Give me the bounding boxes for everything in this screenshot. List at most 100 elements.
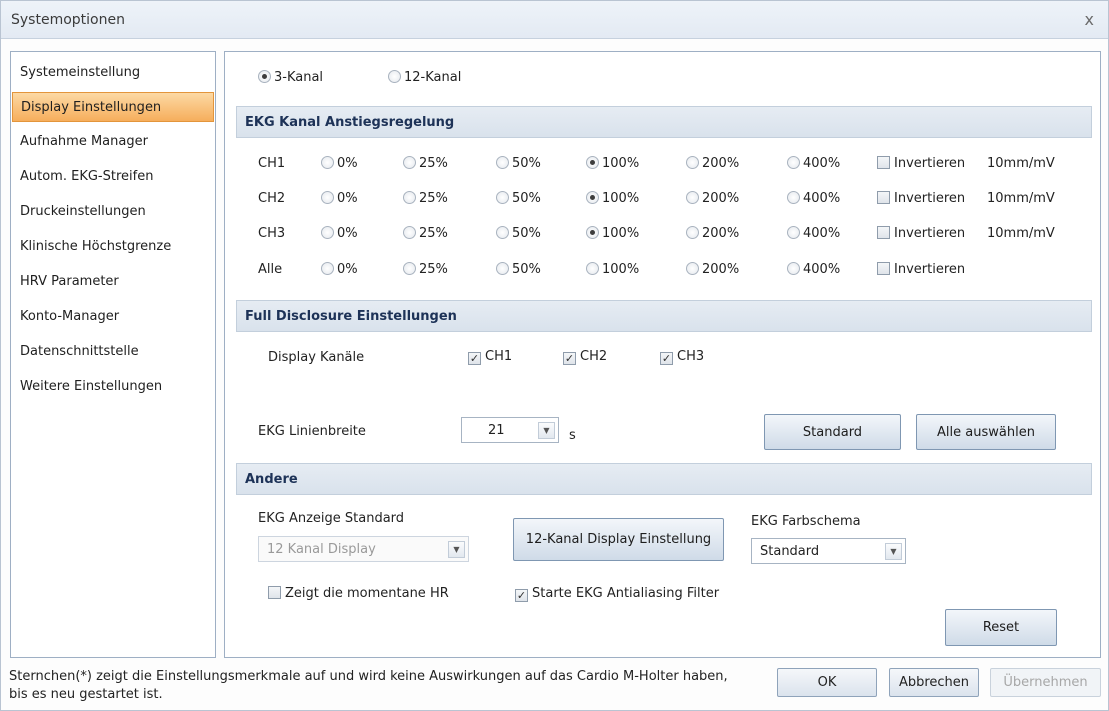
sidebar-item-systemeinstellung[interactable]: Systemeinstellung <box>12 58 214 88</box>
cancel-button[interactable]: Abbrechen <box>889 668 979 697</box>
gain-radio[interactable]: 0% <box>321 262 358 277</box>
sidebar-item-konto-manager[interactable]: Konto-Manager <box>12 302 214 332</box>
gain-radio-label: 0% <box>337 262 358 277</box>
radio-label: 3-Kanal <box>274 70 324 85</box>
gain-radio[interactable]: 0% <box>321 191 358 206</box>
gain-radio-label: 200% <box>702 262 740 277</box>
line-width-unit: s <box>569 428 576 443</box>
gain-radio-label: 25% <box>419 191 448 206</box>
gain-radio-label: 100% <box>602 262 640 277</box>
display-default-label: EKG Anzeige Standard <box>258 511 405 526</box>
close-icon[interactable]: x <box>1085 10 1094 29</box>
gain-radio[interactable]: 0% <box>321 156 358 171</box>
apply-button: Übernehmen <box>990 668 1101 697</box>
sidebar-item-hrv-parameter[interactable]: HRV Parameter <box>12 267 214 297</box>
gain-radio[interactable]: 100% <box>586 156 639 171</box>
twelve-channel-display-button[interactable]: 12-Kanal Display Einstellung <box>513 518 724 561</box>
invert-label: Invertieren <box>894 156 966 171</box>
checkbox-checked-icon: ✓ <box>660 352 673 365</box>
gain-radio[interactable]: 200% <box>686 226 739 241</box>
settings-sidebar: Systemeinstellung Display Einstellungen … <box>10 51 216 658</box>
gain-radio-label: 25% <box>419 226 448 241</box>
display-default-select: 12 Kanal Display ▼ <box>258 536 469 562</box>
checkbox-icon <box>877 191 890 204</box>
invert-checkbox[interactable]: Invertieren <box>877 262 965 277</box>
gain-radio[interactable]: 400% <box>787 262 840 277</box>
gain-radio[interactable]: 50% <box>496 191 541 206</box>
checkbox-icon <box>268 586 281 599</box>
display-settings-panel: 3-Kanal 12-Kanal EKG Kanal Anstiegsregel… <box>224 51 1101 658</box>
gain-radio[interactable]: 100% <box>586 191 639 206</box>
sidebar-item-display-einstellungen[interactable]: Display Einstellungen <box>12 92 214 122</box>
color-scheme-value: Standard <box>760 544 820 559</box>
gain-scale: 10mm/mV <box>987 226 1055 241</box>
gain-radio-label: 400% <box>803 156 841 171</box>
gain-radio[interactable]: 25% <box>403 156 448 171</box>
reset-button[interactable]: Reset <box>945 609 1057 646</box>
radio-icon <box>586 262 599 275</box>
gain-radio[interactable]: 200% <box>686 156 739 171</box>
gain-radio-label: 25% <box>419 262 448 277</box>
checkbox-label: CH1 <box>485 349 513 364</box>
gain-radio[interactable]: 400% <box>787 156 840 171</box>
gain-radio[interactable]: 25% <box>403 226 448 241</box>
line-width-value: 21 <box>488 423 505 438</box>
gain-radio[interactable]: 25% <box>403 262 448 277</box>
gain-radio-label: 400% <box>803 226 841 241</box>
gain-radio[interactable]: 25% <box>403 191 448 206</box>
gain-row-label: Alle <box>258 262 283 277</box>
radio-icon <box>403 226 416 239</box>
gain-radio-label: 200% <box>702 226 740 241</box>
select-all-button[interactable]: Alle auswählen <box>916 414 1056 450</box>
checkbox-fd-ch3[interactable]: ✓ CH3 <box>660 349 704 365</box>
gain-radio-label: 200% <box>702 191 740 206</box>
invert-checkbox[interactable]: Invertieren <box>877 191 965 206</box>
gain-radio[interactable]: 50% <box>496 156 541 171</box>
gain-radio[interactable]: 200% <box>686 191 739 206</box>
standard-button[interactable]: Standard <box>764 414 901 450</box>
dialog-title: Systemoptionen <box>11 12 125 28</box>
radio-icon <box>496 191 509 204</box>
color-scheme-select[interactable]: Standard ▼ <box>751 538 906 564</box>
dropdown-arrow-icon[interactable]: ▼ <box>538 422 555 439</box>
checkbox-antialias[interactable]: ✓ Starte EKG Antialiasing Filter <box>515 586 719 602</box>
sidebar-item-weitere-einstellungen[interactable]: Weitere Einstellungen <box>12 372 214 402</box>
sidebar-item-druckeinstellungen[interactable]: Druckeinstellungen <box>12 197 214 227</box>
line-width-select[interactable]: 21 ▼ <box>461 417 559 443</box>
gain-radio[interactable]: 100% <box>586 226 639 241</box>
invert-checkbox[interactable]: Invertieren <box>877 226 965 241</box>
radio-icon <box>686 226 699 239</box>
gain-radio-label: 200% <box>702 156 740 171</box>
radio-icon <box>686 262 699 275</box>
checkbox-fd-ch1[interactable]: ✓ CH1 <box>468 349 512 365</box>
gain-radio[interactable]: 100% <box>586 262 639 277</box>
gain-radio[interactable]: 400% <box>787 226 840 241</box>
sidebar-item-klinische-hoechstgrenze[interactable]: Klinische Höchstgrenze <box>12 232 214 262</box>
checkbox-icon <box>877 156 890 169</box>
sidebar-item-aufnahme-manager[interactable]: Aufnahme Manager <box>12 127 214 157</box>
radio-12-kanal[interactable]: 12-Kanal <box>388 70 461 85</box>
invert-checkbox[interactable]: Invertieren <box>877 156 965 171</box>
radio-3-kanal[interactable]: 3-Kanal <box>258 70 323 85</box>
gain-scale: 10mm/mV <box>987 156 1055 171</box>
gain-radio[interactable]: 400% <box>787 191 840 206</box>
gain-radio[interactable]: 200% <box>686 262 739 277</box>
checkbox-fd-ch2[interactable]: ✓ CH2 <box>563 349 607 365</box>
invert-label: Invertieren <box>894 226 966 241</box>
gain-row-label: CH3 <box>258 226 286 241</box>
checkbox-show-hr[interactable]: Zeigt die momentane HR <box>268 586 449 601</box>
sidebar-item-datenschnittstelle[interactable]: Datenschnittstelle <box>12 337 214 367</box>
gain-radio[interactable]: 0% <box>321 226 358 241</box>
gain-radio-label: 400% <box>803 262 841 277</box>
radio-selected-icon <box>586 191 599 204</box>
radio-icon <box>496 156 509 169</box>
gain-radio[interactable]: 50% <box>496 226 541 241</box>
gain-radio-label: 100% <box>602 156 640 171</box>
gain-radio[interactable]: 50% <box>496 262 541 277</box>
ok-button[interactable]: OK <box>777 668 877 697</box>
sidebar-item-autom-ekg-streifen[interactable]: Autom. EKG-Streifen <box>12 162 214 192</box>
dropdown-arrow-icon[interactable]: ▼ <box>885 543 902 560</box>
invert-label: Invertieren <box>894 191 966 206</box>
gain-scale: 10mm/mV <box>987 191 1055 206</box>
gain-radio-label: 50% <box>512 191 541 206</box>
